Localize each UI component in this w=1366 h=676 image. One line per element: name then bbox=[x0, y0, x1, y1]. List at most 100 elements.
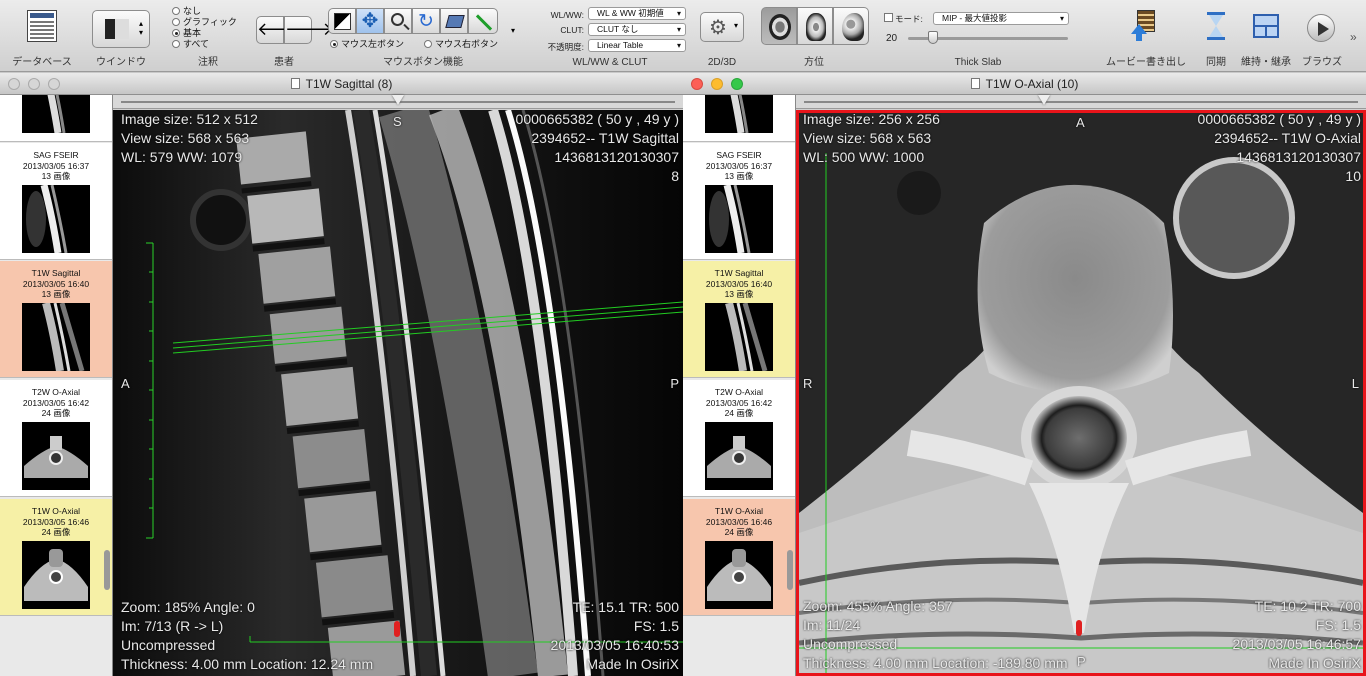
series-date: 2013/03/05 16:42 bbox=[705, 397, 773, 408]
window-title: T1W O-Axial (10) bbox=[985, 77, 1079, 91]
thick-slab-group: モード: MIP - 最大値投影 20 Thick Slab bbox=[880, 4, 1076, 70]
minimize-button-inactive[interactable] bbox=[28, 78, 40, 90]
series-name: T2W O-Axial bbox=[714, 387, 764, 397]
overlay-top-left: Image size: 256 x 256 View size: 568 x 5… bbox=[803, 113, 940, 167]
wlww-select[interactable]: WL & WW 初期値 bbox=[588, 7, 686, 20]
axial-mri-image bbox=[799, 113, 1363, 673]
scroll-tool-button[interactable] bbox=[440, 8, 468, 34]
axial-orientation-button[interactable] bbox=[761, 7, 797, 45]
series-count: 13 画像 bbox=[41, 171, 71, 181]
overlay-te-tr: TE: 15.1 TR: 500 bbox=[572, 599, 679, 615]
mouse-function-group: ✥ ↻ ▾ マウス左ボタン マウス右ボタン マウスボタン機能 bbox=[324, 4, 522, 70]
series-item-selected[interactable]: T1W Sagittal 2013/03/05 16:40 13 画像 bbox=[0, 261, 112, 378]
wlww-tool-button[interactable] bbox=[328, 8, 356, 34]
slab-slider-thumb[interactable] bbox=[928, 31, 938, 44]
annotation-option-basic[interactable]: 基本 bbox=[172, 28, 201, 39]
database-icon bbox=[27, 10, 57, 42]
mouse-right-option[interactable]: マウス右ボタン bbox=[424, 39, 498, 50]
head-axial-icon bbox=[769, 14, 791, 40]
mode-checkbox[interactable] bbox=[884, 13, 893, 22]
series-date: 2013/03/05 16:46 bbox=[705, 516, 773, 527]
overlay-series-desc: 2394652-- T1W O-Axial bbox=[1214, 130, 1361, 146]
series-thumbnail bbox=[22, 541, 90, 609]
series-count: 24 画像 bbox=[41, 408, 71, 418]
overlay-watermark: Made In OsiriX bbox=[586, 656, 679, 672]
mouse-left-option[interactable]: マウス左ボタン bbox=[330, 39, 404, 50]
series-thumbnail bbox=[22, 303, 90, 371]
annotation-option-all[interactable]: すべて bbox=[172, 39, 209, 50]
series-item[interactable]: T2W O-Axial 2013/03/05 16:42 24 画像 bbox=[0, 380, 112, 497]
view-2d3d-label: 2D/3D bbox=[707, 57, 737, 68]
series-list-scrollbar[interactable] bbox=[787, 550, 793, 590]
previous-patient-button[interactable]: 🡐 bbox=[256, 16, 305, 44]
view-2d3d-group: ⚙ ▾ 2D/3D bbox=[694, 4, 750, 70]
series-item[interactable]: SAG FSEIR 2013/03/05 16:37 13 画像 bbox=[0, 143, 112, 260]
series-item-highlighted[interactable]: T1W Sagittal 2013/03/05 16:40 13 画像 bbox=[683, 261, 795, 378]
slice-slider-thumb[interactable] bbox=[392, 95, 404, 105]
head-coronal-icon bbox=[806, 13, 826, 41]
overlay-view-size: View size: 568 x 563 bbox=[803, 130, 932, 146]
window-tool[interactable]: ▴ ▾ ウインドウ bbox=[88, 4, 154, 70]
zoom-button[interactable] bbox=[731, 78, 743, 90]
overlay-study-id: 1436813120130307 bbox=[1236, 149, 1361, 165]
series-name: T1W O-Axial bbox=[714, 506, 764, 516]
series-item-highlighted[interactable]: T1W O-Axial 2013/03/05 16:46 24 画像 bbox=[0, 499, 112, 616]
coronal-orientation-button[interactable] bbox=[797, 7, 833, 45]
rotate-tool-button[interactable]: ↻ bbox=[412, 8, 440, 34]
document-icon bbox=[970, 78, 980, 89]
mode-select[interactable]: MIP - 最大値投影 bbox=[933, 12, 1069, 25]
measure-tool-button[interactable] bbox=[468, 8, 498, 34]
series-item[interactable]: T2W O-Axial 2013/03/05 16:42 24 画像 bbox=[683, 380, 795, 497]
move-tool-button[interactable]: ✥ bbox=[356, 8, 384, 34]
move-icon: ✥ bbox=[361, 10, 379, 32]
series-thumbnail bbox=[22, 185, 90, 253]
wlww-field-label: WL/WW: bbox=[550, 10, 584, 20]
series-date: 2013/03/05 16:46 bbox=[22, 516, 90, 527]
series-list[interactable]: SAG FSEIR 2013/03/05 16:37 13 画像 T1W Sag… bbox=[683, 95, 796, 676]
zoom-tool-button[interactable] bbox=[384, 8, 412, 34]
database-tool[interactable]: データベース bbox=[4, 4, 80, 70]
overlay-bottom-right: TE: 15.1 TR: 500 FS: 1.5 2013/03/05 16:4… bbox=[551, 598, 679, 674]
series-list-scrollbar[interactable] bbox=[104, 550, 110, 590]
series-count: 24 画像 bbox=[724, 527, 754, 537]
radio-icon bbox=[172, 18, 180, 26]
toolbar-overflow-icon[interactable]: » bbox=[1350, 30, 1357, 44]
orientation-label: 方位 bbox=[804, 57, 824, 68]
browse-tool[interactable]: ブラウズ bbox=[1296, 4, 1348, 70]
close-button-inactive[interactable] bbox=[8, 78, 20, 90]
slice-slider[interactable] bbox=[113, 95, 683, 109]
annotation-option-graphic[interactable]: グラフィック bbox=[172, 17, 237, 28]
movie-export-tool[interactable]: ムービー書き出し bbox=[1096, 4, 1196, 70]
minimize-button[interactable] bbox=[711, 78, 723, 90]
series-item[interactable]: SAG FSEIR 2013/03/05 16:37 13 画像 bbox=[683, 143, 795, 260]
radio-icon bbox=[424, 40, 432, 48]
series-item-partial[interactable] bbox=[683, 95, 795, 142]
tile-tool[interactable]: 維持・継承 bbox=[1238, 4, 1294, 70]
annotation-option-none[interactable]: なし bbox=[172, 6, 201, 17]
window-label: ウインドウ bbox=[96, 57, 146, 68]
series-list[interactable]: SAG FSEIR 2013/03/05 16:37 13 画像 T1W Sag… bbox=[0, 95, 113, 676]
overlay-watermark: Made In OsiriX bbox=[1268, 655, 1361, 671]
mouse-function-label: マウスボタン機能 bbox=[383, 57, 463, 68]
sagittal-orientation-button[interactable] bbox=[833, 7, 869, 45]
overlay-view-size: View size: 568 x 563 bbox=[121, 130, 250, 146]
series-item-selected[interactable]: T1W O-Axial 2013/03/05 16:46 24 画像 bbox=[683, 499, 795, 616]
series-item-partial[interactable] bbox=[0, 95, 112, 142]
opacity-select[interactable]: Linear Table bbox=[588, 39, 686, 52]
overlay-thickness: Thickness: 4.00 mm Location: 12.24 mm bbox=[121, 656, 374, 672]
image-viewport-active[interactable]: Image size: 256 x 256 View size: 568 x 5… bbox=[796, 110, 1366, 676]
view-2d3d-button[interactable]: ⚙ ▾ bbox=[700, 12, 744, 42]
sync-tool[interactable]: 同期 bbox=[1198, 4, 1234, 70]
slice-slider-thumb[interactable] bbox=[1038, 95, 1050, 105]
next-patient-button[interactable]: 🡒 bbox=[284, 16, 333, 44]
overlay-zoom: Zoom: 455% Angle: 357 bbox=[803, 598, 953, 614]
slice-slider[interactable] bbox=[796, 95, 1366, 109]
zoom-button-inactive[interactable] bbox=[48, 78, 60, 90]
orientation-group: 方位 bbox=[758, 4, 870, 70]
close-button[interactable] bbox=[691, 78, 703, 90]
overlay-compression: Uncompressed bbox=[121, 637, 216, 653]
image-viewport[interactable]: Image size: 512 x 512 View size: 568 x 5… bbox=[113, 110, 683, 676]
clut-select[interactable]: CLUT なし bbox=[588, 23, 686, 36]
series-thumbnail bbox=[22, 422, 90, 490]
window-layout-button[interactable]: ▴ ▾ bbox=[92, 10, 150, 48]
